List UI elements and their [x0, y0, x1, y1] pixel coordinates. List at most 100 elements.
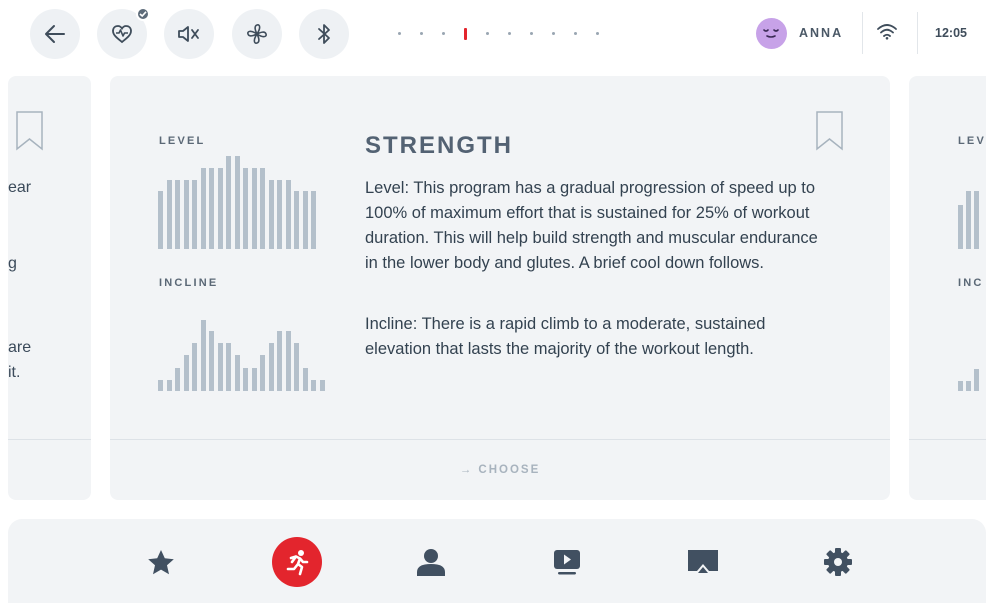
- incline-bar: [319, 380, 325, 391]
- incline-bar: [234, 355, 240, 391]
- incline-bar: [277, 331, 282, 391]
- incline-bar: [217, 343, 223, 391]
- page-indicator: [398, 28, 608, 40]
- user-profile[interactable]: ANNA: [756, 17, 843, 49]
- divider: [917, 12, 918, 54]
- incline-bar: [200, 320, 206, 391]
- level-bar: [294, 191, 299, 249]
- incline-bar: [260, 355, 265, 391]
- nav-workouts[interactable]: [272, 537, 322, 587]
- connected-check-icon: [136, 7, 150, 21]
- level-bar: [958, 205, 963, 249]
- description-fragment: ear: [8, 179, 32, 196]
- level-bar: [251, 168, 257, 249]
- nav-profile[interactable]: [406, 537, 456, 587]
- level-bar: [226, 156, 231, 249]
- incline-bar: [302, 368, 308, 391]
- page-dot[interactable]: [552, 32, 555, 35]
- program-card-strength[interactable]: LEVEL INCLINE STRENGTH Level: This progr…: [110, 76, 890, 500]
- mute-button[interactable]: [164, 9, 214, 59]
- bluetooth-icon: [318, 24, 330, 44]
- level-bar: [243, 168, 248, 249]
- incline-bar: [285, 331, 291, 391]
- nav-settings[interactable]: [813, 537, 863, 587]
- level-bar: [302, 191, 308, 249]
- program-card-previous[interactable]: ear g are it.: [8, 76, 91, 500]
- level-bar: [285, 180, 291, 249]
- incline-description: Incline: There is a rapid climb to a mod…: [365, 315, 766, 358]
- page-dot[interactable]: [442, 32, 445, 35]
- fan-button[interactable]: [232, 9, 282, 59]
- divider: [909, 439, 986, 440]
- choose-button[interactable]: → CHOOSE: [110, 464, 890, 476]
- page-dot-active[interactable]: [464, 28, 467, 40]
- video-icon: [554, 550, 580, 575]
- level-description: Level: This program has a gradual progre…: [365, 179, 818, 272]
- level-label: LEV: [958, 135, 986, 147]
- bluetooth-button[interactable]: [299, 9, 349, 59]
- level-bar: [183, 180, 189, 249]
- level-bar: [234, 156, 240, 249]
- settings-icon: [824, 548, 852, 576]
- wifi-icon[interactable]: [876, 22, 898, 45]
- description-fragment: are: [8, 339, 32, 356]
- incline-bar: [251, 368, 257, 391]
- page-dot[interactable]: [508, 32, 511, 35]
- description-fragment: g: [8, 255, 17, 272]
- incline-label: INCLINE: [159, 277, 219, 289]
- level-bar: [974, 191, 979, 249]
- incline-bar: [311, 380, 316, 391]
- level-bar: [217, 168, 223, 249]
- level-bar: [260, 168, 265, 249]
- run-icon: [286, 550, 309, 576]
- back-button[interactable]: [30, 9, 80, 59]
- program-card-next[interactable]: LEV INC: [909, 76, 986, 500]
- sleepy-face-icon: [762, 29, 779, 38]
- level-profile-chart: [958, 189, 986, 249]
- bookmark-icon[interactable]: [16, 111, 43, 151]
- incline-bar: [166, 380, 172, 391]
- incline-bar: [958, 381, 963, 391]
- heart-rate-button[interactable]: [97, 7, 150, 59]
- nav-cast[interactable]: [678, 537, 728, 587]
- level-bar: [311, 191, 316, 249]
- incline-bar: [209, 331, 214, 391]
- incline-bar: [192, 343, 197, 391]
- page-dot[interactable]: [420, 32, 423, 35]
- user-icon: [417, 549, 445, 576]
- page-dot[interactable]: [596, 32, 599, 35]
- incline-label: INC: [958, 277, 984, 289]
- incline-bar: [175, 368, 180, 391]
- divider: [8, 439, 91, 440]
- incline-bar: [268, 343, 274, 391]
- page-dot[interactable]: [398, 32, 401, 35]
- level-bar: [268, 180, 274, 249]
- incline-bar: [966, 381, 971, 391]
- incline-profile-chart: [958, 366, 986, 391]
- bookmark-icon[interactable]: [816, 111, 843, 151]
- incline-bar: [243, 368, 248, 391]
- level-label: LEVEL: [159, 135, 206, 147]
- star-icon: [148, 549, 174, 574]
- level-profile-chart: [158, 156, 328, 249]
- divider: [862, 12, 863, 54]
- page-dot[interactable]: [486, 32, 489, 35]
- divider: [110, 439, 890, 440]
- top-bar: ANNA 12:05: [0, 0, 986, 66]
- username: ANNA: [799, 26, 844, 40]
- incline-profile-chart: [158, 320, 328, 391]
- incline-bar: [183, 355, 189, 391]
- incline-bar: [294, 343, 299, 391]
- page-dot[interactable]: [574, 32, 577, 35]
- level-bar: [200, 168, 206, 249]
- incline-bar: [158, 380, 163, 391]
- page-dot[interactable]: [530, 32, 533, 35]
- back-arrow-icon: [45, 25, 65, 43]
- nav-favorites[interactable]: [136, 537, 186, 587]
- bottom-nav: [8, 519, 986, 603]
- incline-bar: [974, 369, 979, 391]
- nav-video[interactable]: [542, 537, 592, 587]
- description-fragment: it.: [8, 364, 21, 381]
- level-bar: [209, 168, 214, 249]
- level-bar: [192, 180, 197, 249]
